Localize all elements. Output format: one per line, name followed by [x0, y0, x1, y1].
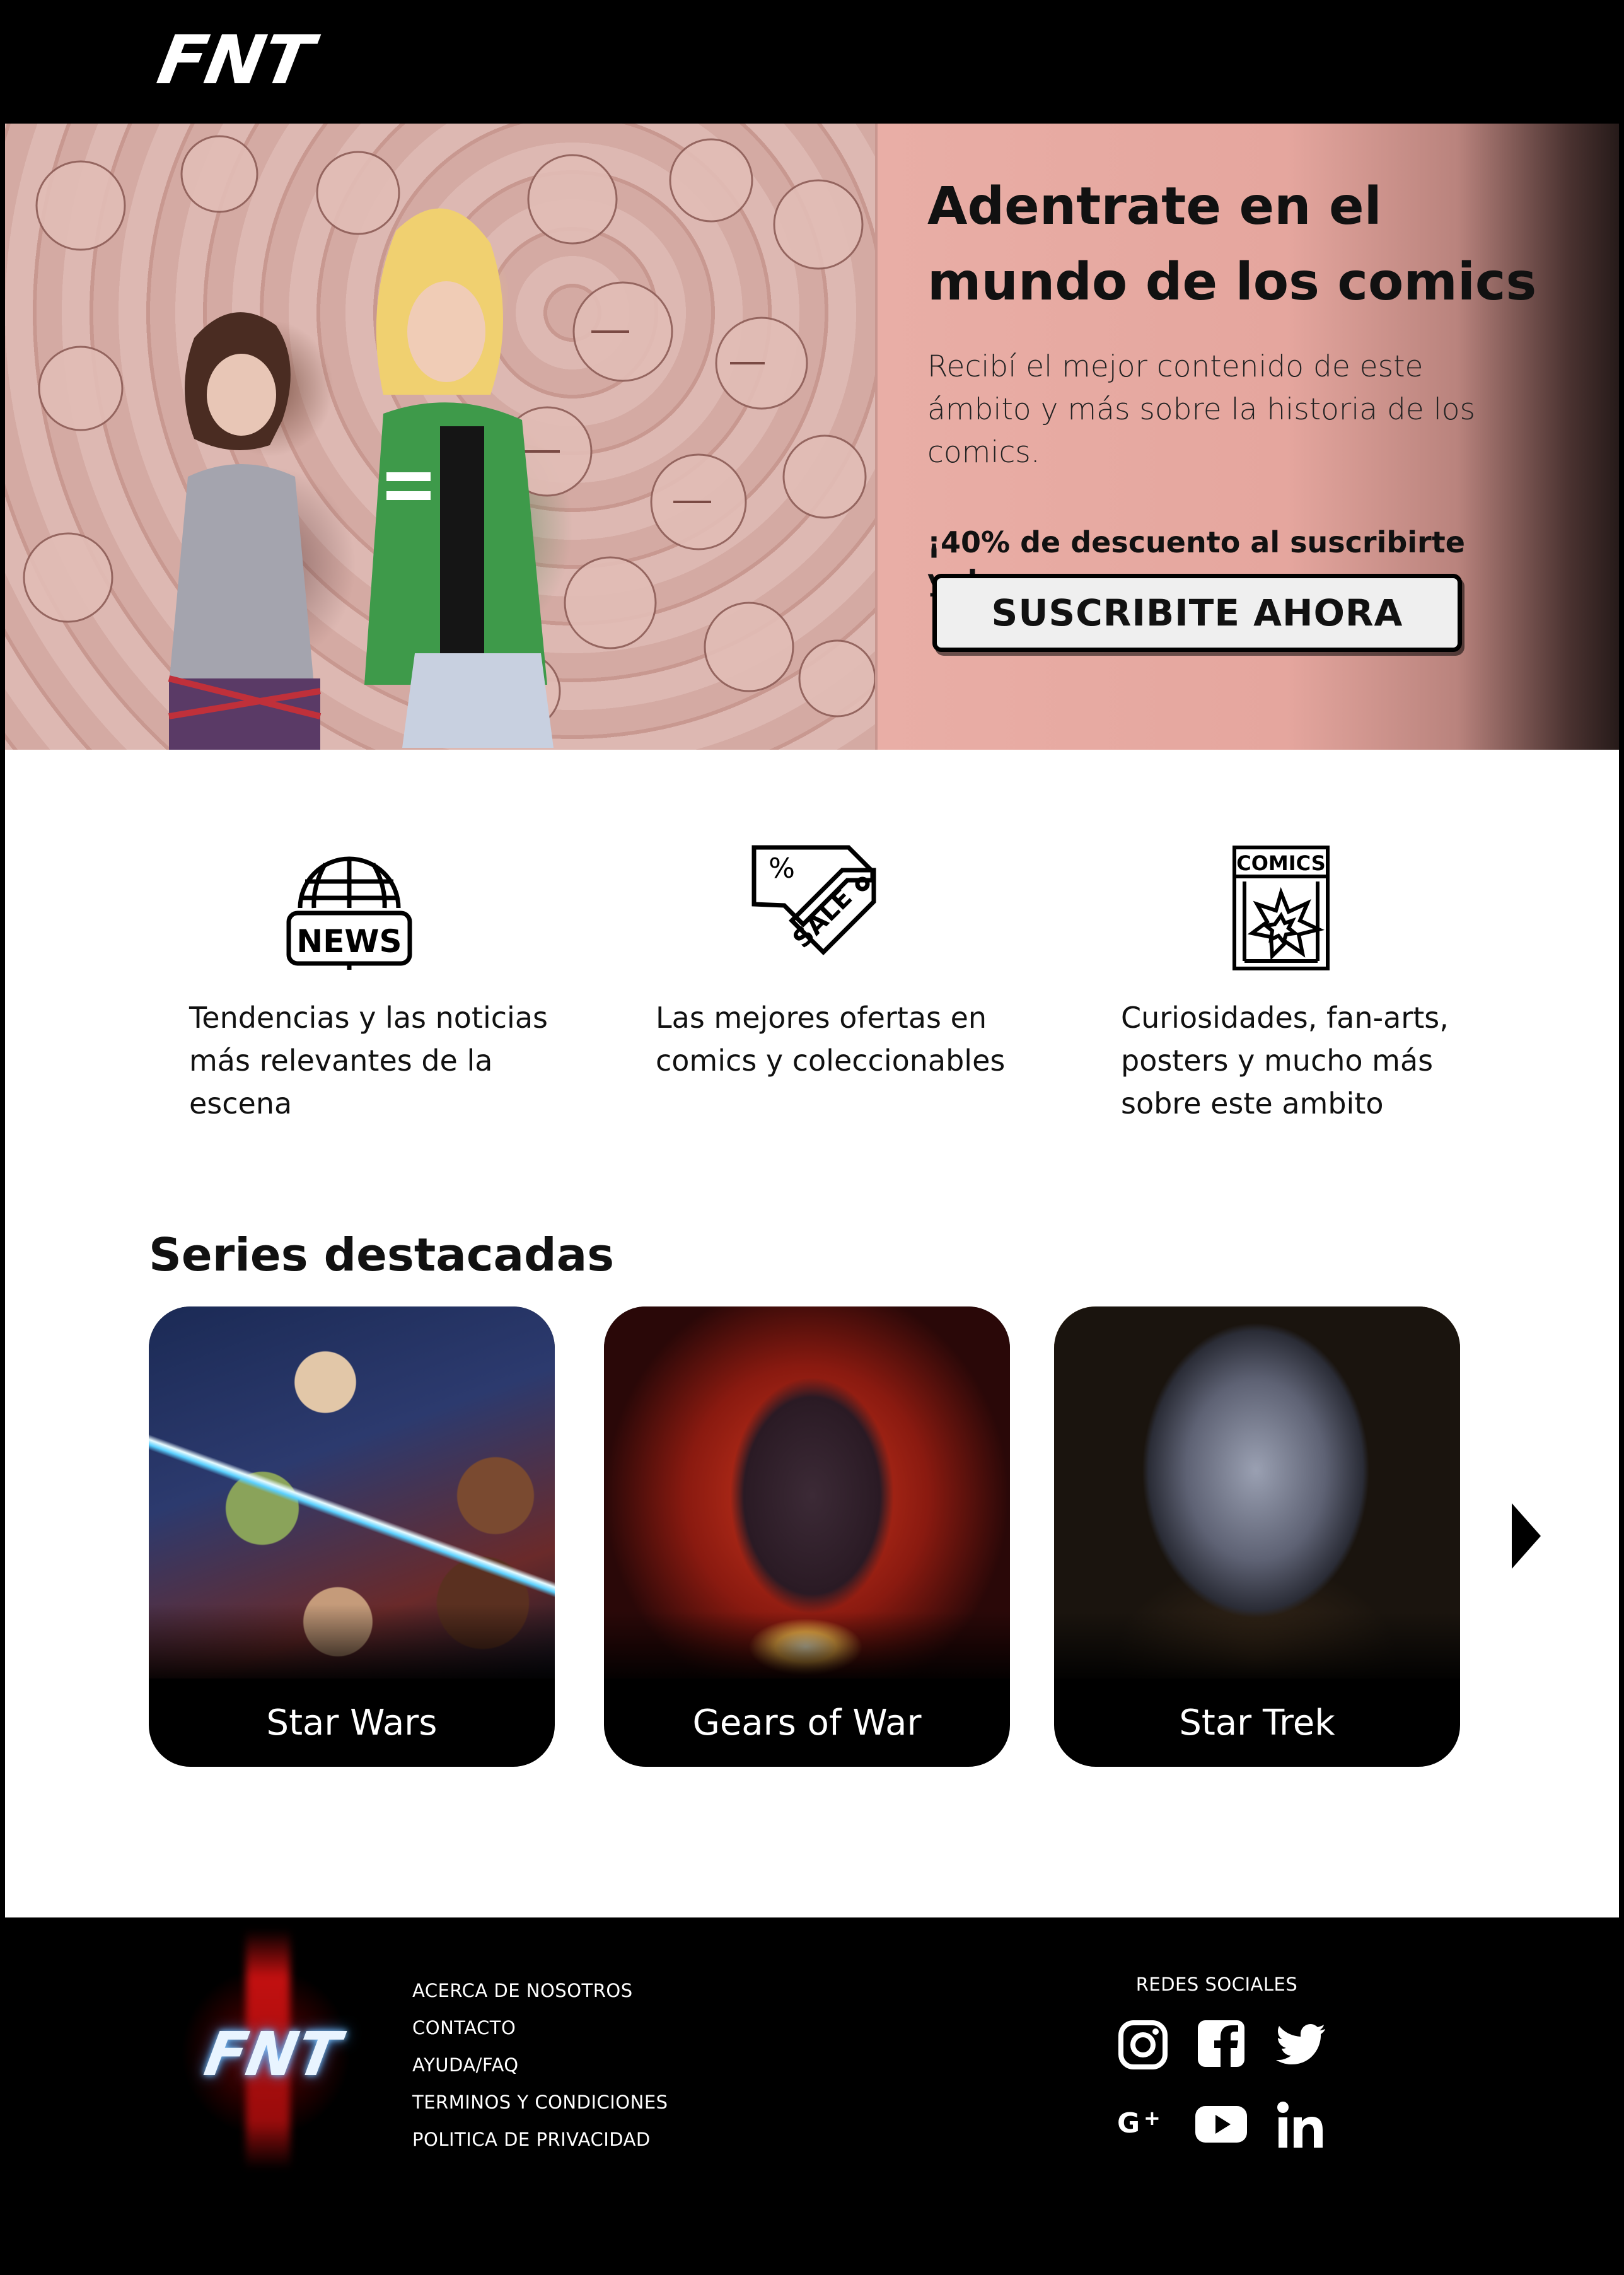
footer-link-about[interactable]: ACERCA DE NOSOTROS [412, 1972, 668, 2010]
hero-illustration [5, 124, 876, 750]
star-wars-artwork [149, 1306, 555, 1679]
svg-text:%: % [768, 852, 795, 885]
youtube-icon[interactable] [1194, 2097, 1248, 2151]
series-card-label: Star Trek [1179, 1702, 1335, 1743]
gears-of-war-artwork [604, 1306, 1010, 1679]
series-card-star-wars[interactable]: Star Wars [149, 1306, 555, 1767]
footer-link-terms[interactable]: TERMINOS Y CONDICIONES [412, 2084, 668, 2121]
svg-text:G: G [1117, 2107, 1140, 2139]
svg-text:+: + [1144, 2106, 1161, 2130]
instagram-icon[interactable] [1116, 2018, 1170, 2072]
comics-label: COMICS [1236, 851, 1326, 875]
footer-logo[interactable]: FNT [171, 1929, 361, 2169]
footer-link-privacy[interactable]: POLITICA DE PRIVACIDAD [412, 2121, 668, 2158]
top-header: FNT [0, 0, 1624, 124]
news-label: NEWS [296, 923, 402, 960]
footer-nav: ACERCA DE NOSOTROS CONTACTO AYUDA/FAQ TE… [412, 1972, 668, 2158]
hero-characters-illustration [23, 135, 876, 750]
right-frame-edge [1619, 0, 1624, 2275]
footer-logo-text: FNT [199, 2019, 345, 2090]
series-card-gears-of-war[interactable]: Gears of War [604, 1306, 1010, 1767]
hero-title: Adentrate en el mundo de los comics [927, 177, 1537, 312]
series-card-label: Star Wars [266, 1702, 438, 1743]
featured-series-title: Series destacadas [149, 1228, 615, 1281]
left-frame-edge [0, 0, 5, 2275]
footer-link-contact[interactable]: CONTACTO [412, 2010, 668, 2047]
hero-subtitle: Recibí el mejor contenido de este ámbito… [927, 349, 1476, 470]
chevron-right-icon[interactable] [1512, 1503, 1541, 1569]
series-card-star-trek[interactable]: Star Trek [1054, 1306, 1460, 1767]
twitter-icon[interactable] [1273, 2018, 1328, 2072]
feature-comics-text: Curiosidades, fan-arts, posters y mucho … [1121, 1001, 1449, 1120]
feature-news-text: Tendencias y las noticias más relevantes… [189, 1001, 548, 1120]
feature-sale-text: Las mejores ofertas en comics y coleccio… [656, 1001, 1006, 1078]
subscribe-button[interactable]: SUSCRIBITE AHORA [932, 574, 1462, 652]
footer-link-help[interactable]: AYUDA/FAQ [412, 2047, 668, 2084]
facebook-icon[interactable] [1194, 2016, 1248, 2071]
google-plus-icon[interactable]: G + [1116, 2097, 1170, 2151]
news-globe-icon: NEWS [286, 845, 412, 971]
site-logo[interactable]: FNT [152, 21, 317, 100]
sale-tag-icon: % SALE [751, 845, 878, 971]
linkedin-icon[interactable] [1273, 2098, 1328, 2153]
comics-book-icon: COMICS [1219, 845, 1345, 971]
star-trek-artwork [1054, 1306, 1460, 1679]
series-card-label: Gears of War [692, 1702, 922, 1743]
social-title: REDES SOCIALES [1135, 1974, 1298, 1995]
